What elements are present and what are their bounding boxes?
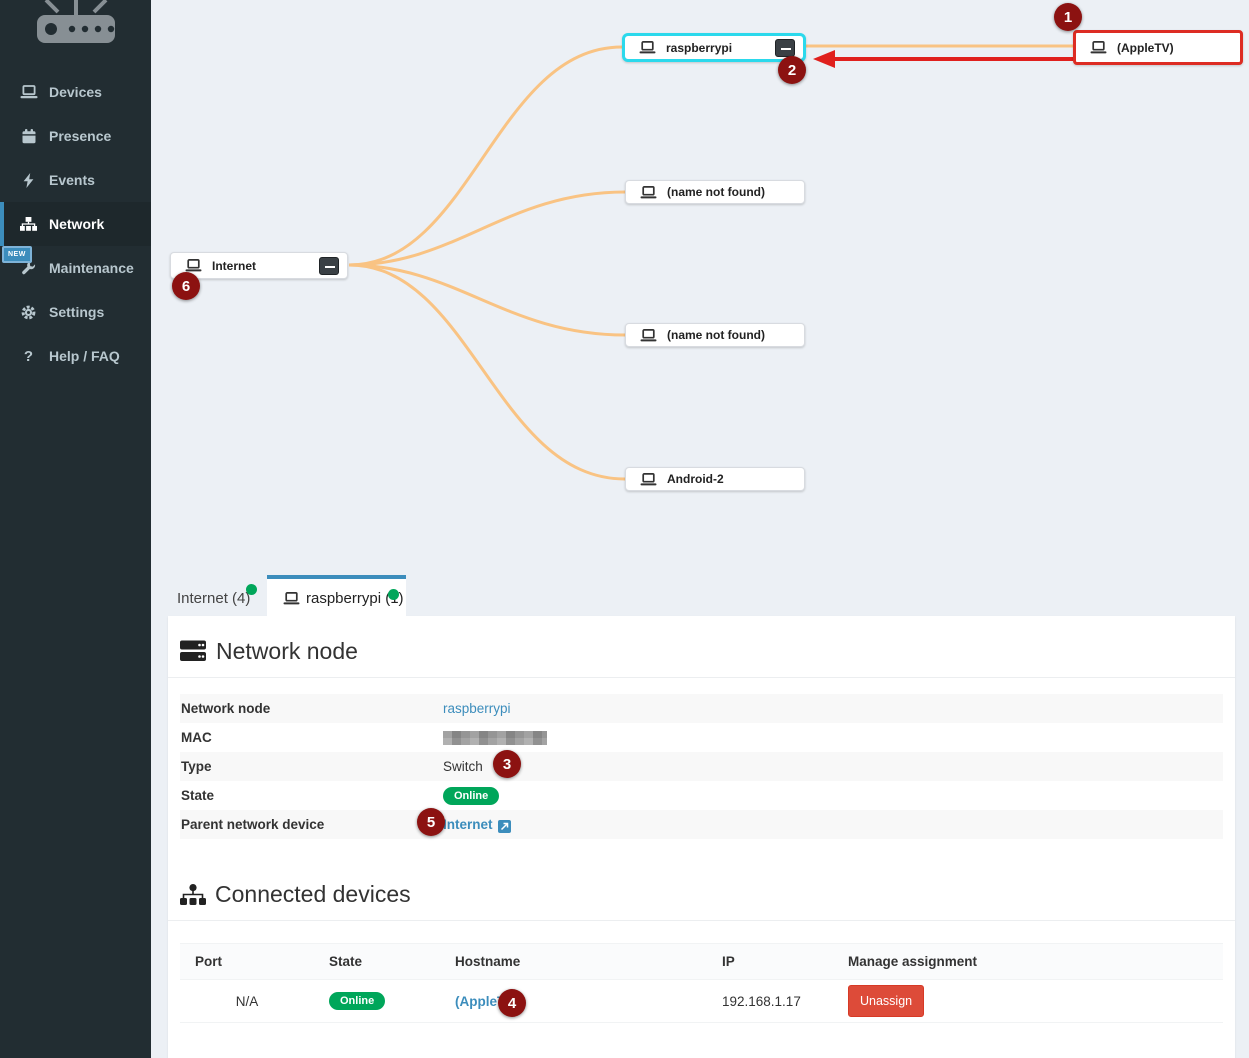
mac-redacted-value: [443, 731, 547, 745]
network-node-link[interactable]: raspberrypi: [443, 701, 511, 716]
laptop-icon: [639, 41, 656, 54]
row-label: Network node: [180, 694, 443, 723]
sidebar-item-network[interactable]: Network: [0, 202, 151, 246]
table-row: State Online: [180, 781, 1223, 810]
table-header-row: Port State Hostname IP Manage assignment: [180, 944, 1223, 980]
parent-device-link[interactable]: Internet: [443, 817, 493, 832]
node-raspberrypi[interactable]: raspberrypi: [622, 33, 806, 62]
node-label: (AppleTV): [1117, 41, 1174, 55]
annotation-badge-3: 3: [493, 750, 521, 778]
table-row: Parent network device Internet: [180, 810, 1223, 839]
router-logo-icon: [28, 0, 124, 52]
laptop-icon: [640, 473, 657, 486]
node-internet[interactable]: Internet: [170, 252, 348, 279]
node-label: Android-2: [667, 472, 724, 486]
laptop-icon: [19, 85, 38, 99]
table-row: N/A Online (AppleTV) 192.168.1.17 Unassi…: [180, 980, 1223, 1023]
sitemap-icon: [180, 884, 206, 906]
col-hostname: Hostname: [440, 944, 707, 980]
divider: [168, 677, 1235, 678]
sidebar-item-help[interactable]: ? Help / FAQ: [0, 334, 151, 378]
unassign-button[interactable]: Unassign: [848, 985, 924, 1017]
sidebar-nav: Devices Presence Events Network Maintena…: [0, 70, 151, 378]
tab-internet[interactable]: Internet (4): [168, 575, 267, 616]
table-row: Type Switch: [180, 752, 1223, 781]
online-status-badge: Online: [329, 992, 385, 1010]
row-label: Parent network device: [180, 810, 443, 839]
row-label: MAC: [180, 723, 443, 752]
node-label: raspberrypi: [666, 41, 732, 55]
ip-value: 192.168.1.17: [707, 980, 833, 1023]
table-row: Network node raspberrypi: [180, 694, 1223, 723]
type-value: Switch: [443, 759, 483, 774]
node-label: (name not found): [667, 185, 765, 199]
laptop-icon: [1090, 41, 1107, 54]
laptop-icon: [185, 259, 202, 272]
online-dot: [246, 584, 257, 595]
section-title: Connected devices: [215, 881, 411, 908]
annotation-badge-6: 6: [172, 272, 200, 300]
connected-devices-section-header: Connected devices: [180, 881, 1223, 908]
sidebar-item-label: Maintenance: [49, 260, 134, 276]
node-label: (name not found): [667, 328, 765, 342]
sidebar: NEW Devices Presence Events Network: [0, 0, 151, 1058]
calendar-icon: [19, 129, 38, 144]
online-dot: [388, 589, 399, 600]
gear-icon: [19, 305, 38, 320]
tab-label: Internet (4): [177, 590, 250, 607]
sidebar-item-events[interactable]: Events: [0, 158, 151, 202]
table-row: MAC: [180, 723, 1223, 752]
collapse-minus-button[interactable]: [319, 257, 339, 275]
sidebar-item-label: Settings: [49, 304, 104, 320]
row-label: Type: [180, 752, 443, 781]
question-icon: ?: [19, 348, 38, 365]
sitemap-icon: [19, 217, 38, 231]
sidebar-item-settings[interactable]: Settings: [0, 290, 151, 334]
node-appletv[interactable]: (AppleTV): [1073, 30, 1243, 65]
laptop-icon: [640, 329, 657, 342]
laptop-icon: [283, 592, 300, 605]
node-name-not-found-1[interactable]: (name not found): [625, 180, 805, 204]
col-ip: IP: [707, 944, 833, 980]
node-name-not-found-2[interactable]: (name not found): [625, 323, 805, 347]
row-label: State: [180, 781, 443, 810]
sidebar-item-presence[interactable]: Presence: [0, 114, 151, 158]
annotation-badge-5: 5: [417, 808, 445, 836]
annotation-arrow: [813, 50, 1086, 68]
sidebar-item-label: Events: [49, 172, 95, 188]
main-content: Internet raspberrypi (name not found) (n…: [151, 0, 1249, 1058]
sidebar-item-label: Presence: [49, 128, 111, 144]
new-badge: NEW: [2, 246, 32, 263]
annotation-badge-2: 2: [778, 56, 806, 84]
annotation-badge-1: 1: [1054, 3, 1082, 31]
network-node-section-header: Network node: [180, 638, 1223, 665]
col-state: State: [314, 944, 440, 980]
node-label: Internet: [212, 259, 256, 273]
sidebar-item-label: Network: [49, 216, 104, 232]
divider: [168, 920, 1235, 921]
node-android-2[interactable]: Android-2: [625, 467, 805, 491]
section-title: Network node: [216, 638, 358, 665]
bolt-icon: [19, 173, 38, 188]
col-port: Port: [180, 944, 314, 980]
tab-raspberrypi[interactable]: raspberrypi (1): [267, 575, 406, 620]
online-status-badge: Online: [443, 787, 499, 805]
sidebar-item-label: Devices: [49, 84, 102, 100]
laptop-icon: [640, 186, 657, 199]
col-manage: Manage assignment: [833, 944, 1223, 980]
connected-devices-table: Port State Hostname IP Manage assignment…: [180, 943, 1223, 1023]
detail-panel: Network node Network node raspberrypi MA…: [168, 616, 1235, 1058]
port-value: N/A: [180, 980, 314, 1023]
sidebar-item-devices[interactable]: Devices: [0, 70, 151, 114]
annotation-badge-4: 4: [498, 989, 526, 1017]
collapse-minus-button[interactable]: [775, 39, 795, 57]
server-icon: [180, 640, 207, 663]
network-node-table: Network node raspberrypi MAC Type Switch…: [180, 694, 1223, 839]
external-link-icon[interactable]: [498, 820, 511, 833]
sidebar-item-label: Help / FAQ: [49, 348, 120, 364]
